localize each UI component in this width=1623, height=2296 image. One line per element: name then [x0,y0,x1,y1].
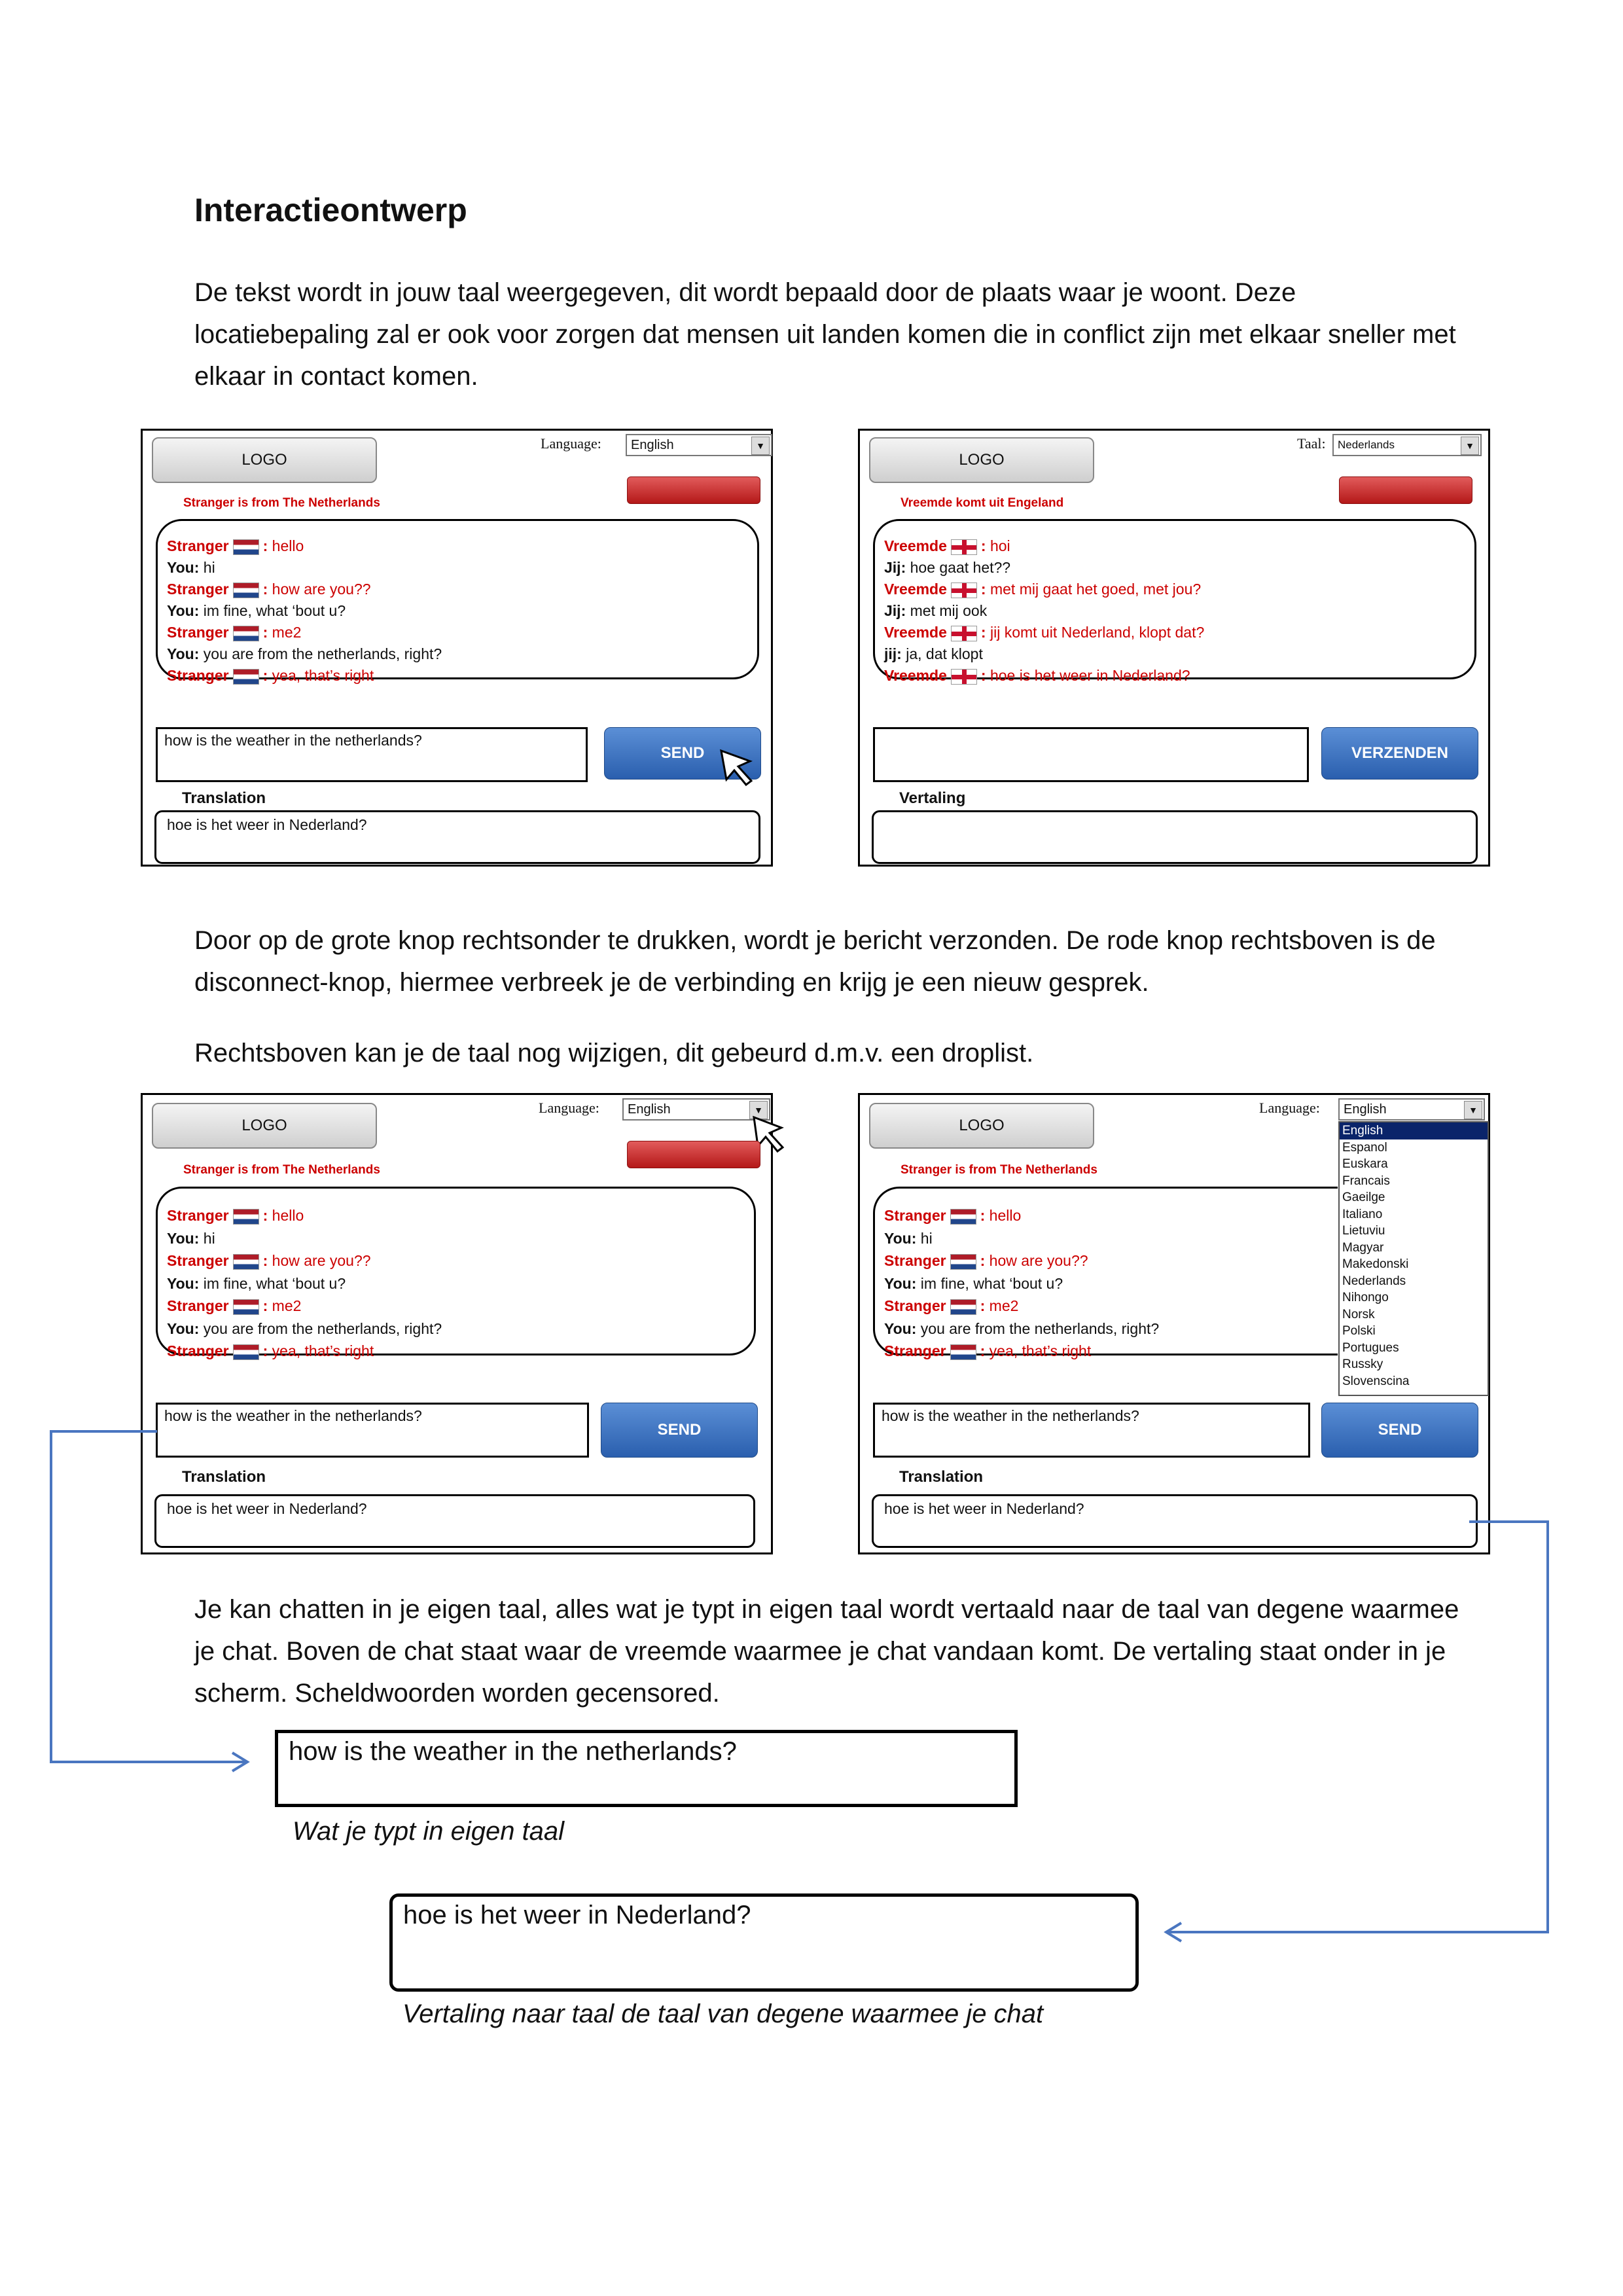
connector-translated-arrow [1168,1520,1549,1933]
connector-typed-arrow [50,1430,245,1763]
typed-text-example: how is the weather in the netherlands? [275,1730,1018,1807]
translated-caption: Vertaling naar taal de taal van degene w… [402,2000,1044,2028]
translated-text-example: hoe is het weer in Nederland? [389,1893,1139,1992]
typed-caption: Wat je typt in eigen taal [293,1817,565,1846]
